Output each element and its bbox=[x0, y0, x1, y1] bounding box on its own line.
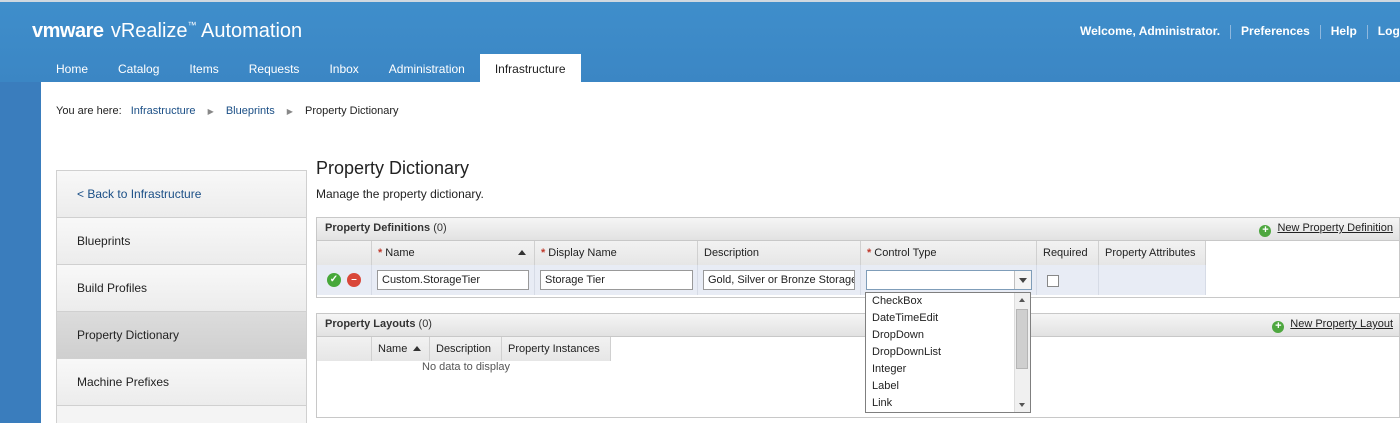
option-dropdownlist[interactable]: DropDownList bbox=[866, 344, 1014, 361]
sort-ascending-icon bbox=[413, 346, 421, 351]
required-cell bbox=[1037, 265, 1099, 295]
scroll-up-icon[interactable] bbox=[1015, 293, 1029, 307]
sidebar-item-machine-prefixes[interactable]: Machine Prefixes bbox=[57, 359, 306, 406]
welcome-text: Welcome, Administrator. bbox=[1080, 24, 1221, 38]
option-link[interactable]: Link bbox=[866, 395, 1014, 412]
top-header: vmware vRealize™ Automation Welcome, Adm… bbox=[0, 0, 1400, 84]
property-layouts-header: Property Layouts (0) + New Property Layou… bbox=[317, 314, 1399, 337]
tab-infrastructure[interactable]: Infrastructure bbox=[479, 54, 581, 84]
sort-ascending-icon bbox=[518, 250, 526, 255]
property-definitions-count: (0) bbox=[433, 222, 447, 234]
column-property-attributes[interactable]: Property Attributes bbox=[1099, 241, 1206, 265]
property-layouts-panel: Property Layouts (0) + New Property Layou… bbox=[316, 313, 1400, 418]
description-input[interactable]: Gold, Silver or Bronze Storage bbox=[703, 270, 855, 290]
logout-link[interactable]: Logou bbox=[1378, 24, 1400, 38]
column-actions bbox=[317, 337, 372, 361]
empty-state-text: No data to display bbox=[422, 361, 511, 373]
product-name: vRealize™ Automation bbox=[110, 20, 303, 42]
brand-logo: vmware vRealize™ Automation bbox=[32, 20, 302, 43]
option-dropdown[interactable]: DropDown bbox=[866, 327, 1014, 344]
add-icon: + bbox=[1259, 225, 1272, 237]
column-required[interactable]: Required bbox=[1037, 241, 1099, 265]
breadcrumb-prefix: You are here: bbox=[56, 105, 122, 117]
control-type-select[interactable] bbox=[866, 270, 1032, 290]
option-checkbox[interactable]: CheckBox bbox=[866, 293, 1014, 310]
main-tabs: Home Catalog Items Requests Inbox Administrat… bbox=[41, 54, 581, 84]
column-layout-name[interactable]: Name bbox=[372, 337, 430, 361]
row-actions-cell: ✓ – bbox=[317, 265, 372, 295]
cancel-row-icon[interactable]: – bbox=[347, 273, 361, 287]
property-definitions-header: Property Definitions (0) + New Property D… bbox=[317, 218, 1399, 241]
column-description[interactable]: Description bbox=[698, 241, 861, 265]
user-nav: Welcome, Administrator. Preferences Help Lo… bbox=[1080, 24, 1400, 39]
required-checkbox[interactable] bbox=[1047, 275, 1059, 287]
name-input[interactable]: Custom.StorageTier bbox=[377, 270, 529, 290]
sidebar-nav: < Back to Infrastructure Blueprints Buil… bbox=[56, 170, 307, 423]
breadcrumb-blueprints[interactable]: Blueprints bbox=[226, 105, 275, 117]
preferences-link[interactable]: Preferences bbox=[1241, 24, 1310, 38]
breadcrumb-infrastructure[interactable]: Infrastructure bbox=[131, 105, 196, 117]
control-type-options: CheckBox DateTimeEdit DropDown DropDownL… bbox=[866, 293, 1014, 412]
column-actions bbox=[317, 241, 372, 265]
property-layouts-count: (0) bbox=[418, 318, 432, 330]
chevron-down-icon[interactable] bbox=[1014, 271, 1031, 289]
help-link[interactable]: Help bbox=[1331, 24, 1357, 38]
definitions-column-headers: * Name * Display Name Description * Control… bbox=[317, 241, 1399, 265]
scroll-down-icon[interactable] bbox=[1015, 398, 1029, 412]
save-row-icon[interactable]: ✓ bbox=[327, 273, 341, 287]
option-label[interactable]: Label bbox=[866, 378, 1014, 395]
description-cell: Gold, Silver or Bronze Storage bbox=[698, 265, 861, 295]
sidebar-item-property-dictionary[interactable]: Property Dictionary bbox=[57, 312, 306, 359]
property-definitions-title: Property Definitions bbox=[325, 222, 431, 234]
column-display-name[interactable]: * Display Name bbox=[535, 241, 698, 265]
option-datetimeedit[interactable]: DateTimeEdit bbox=[866, 310, 1014, 327]
tab-catalog[interactable]: Catalog bbox=[103, 54, 174, 84]
breadcrumb-arrow-icon: ▶ bbox=[286, 107, 293, 116]
add-icon: + bbox=[1272, 321, 1285, 333]
breadcrumb-current: Property Dictionary bbox=[305, 105, 399, 117]
property-definitions-panel: Property Definitions (0) + New Property D… bbox=[316, 217, 1400, 298]
scrollbar-thumb[interactable] bbox=[1016, 309, 1028, 369]
sidebar-item-blueprints[interactable]: Blueprints bbox=[57, 218, 306, 265]
page-subtitle: Manage the property dictionary. bbox=[316, 187, 484, 201]
control-type-dropdown: CheckBox DateTimeEdit DropDown DropDownL… bbox=[865, 292, 1031, 413]
sidebar-item-back[interactable]: < Back to Infrastructure bbox=[57, 171, 306, 218]
dropdown-scrollbar[interactable] bbox=[1014, 293, 1030, 412]
display-name-cell: Storage Tier bbox=[535, 265, 698, 295]
breadcrumb: You are here: Infrastructure ▶ Blueprint… bbox=[56, 105, 399, 117]
display-name-input[interactable]: Storage Tier bbox=[540, 270, 693, 290]
sidebar-item-build-profiles[interactable]: Build Profiles bbox=[57, 265, 306, 312]
new-property-definition-button[interactable]: + New Property Definition bbox=[1259, 218, 1393, 239]
name-cell: Custom.StorageTier bbox=[372, 265, 535, 295]
column-control-type[interactable]: * Control Type bbox=[861, 241, 1037, 265]
property-attributes-cell bbox=[1099, 265, 1206, 295]
tab-administration[interactable]: Administration bbox=[374, 54, 480, 84]
tab-items[interactable]: Items bbox=[174, 54, 233, 84]
tab-requests[interactable]: Requests bbox=[234, 54, 315, 84]
property-layouts-title: Property Layouts bbox=[325, 318, 416, 330]
breadcrumb-arrow-icon: ▶ bbox=[207, 107, 214, 116]
tab-inbox[interactable]: Inbox bbox=[314, 54, 373, 84]
layouts-column-headers: Name Description Property Instances bbox=[317, 337, 1399, 361]
column-property-instances[interactable]: Property Instances bbox=[502, 337, 611, 361]
tab-home[interactable]: Home bbox=[41, 54, 103, 84]
vmware-logo: vmware bbox=[32, 20, 104, 42]
table-row: ✓ – Custom.StorageTier Storage Tier Gold… bbox=[317, 265, 1399, 295]
option-integer[interactable]: Integer bbox=[866, 361, 1014, 378]
page-title: Property Dictionary bbox=[316, 158, 470, 178]
column-name[interactable]: * Name bbox=[372, 241, 535, 265]
new-property-layout-button[interactable]: + New Property Layout bbox=[1272, 314, 1393, 335]
column-layout-description[interactable]: Description bbox=[430, 337, 502, 361]
